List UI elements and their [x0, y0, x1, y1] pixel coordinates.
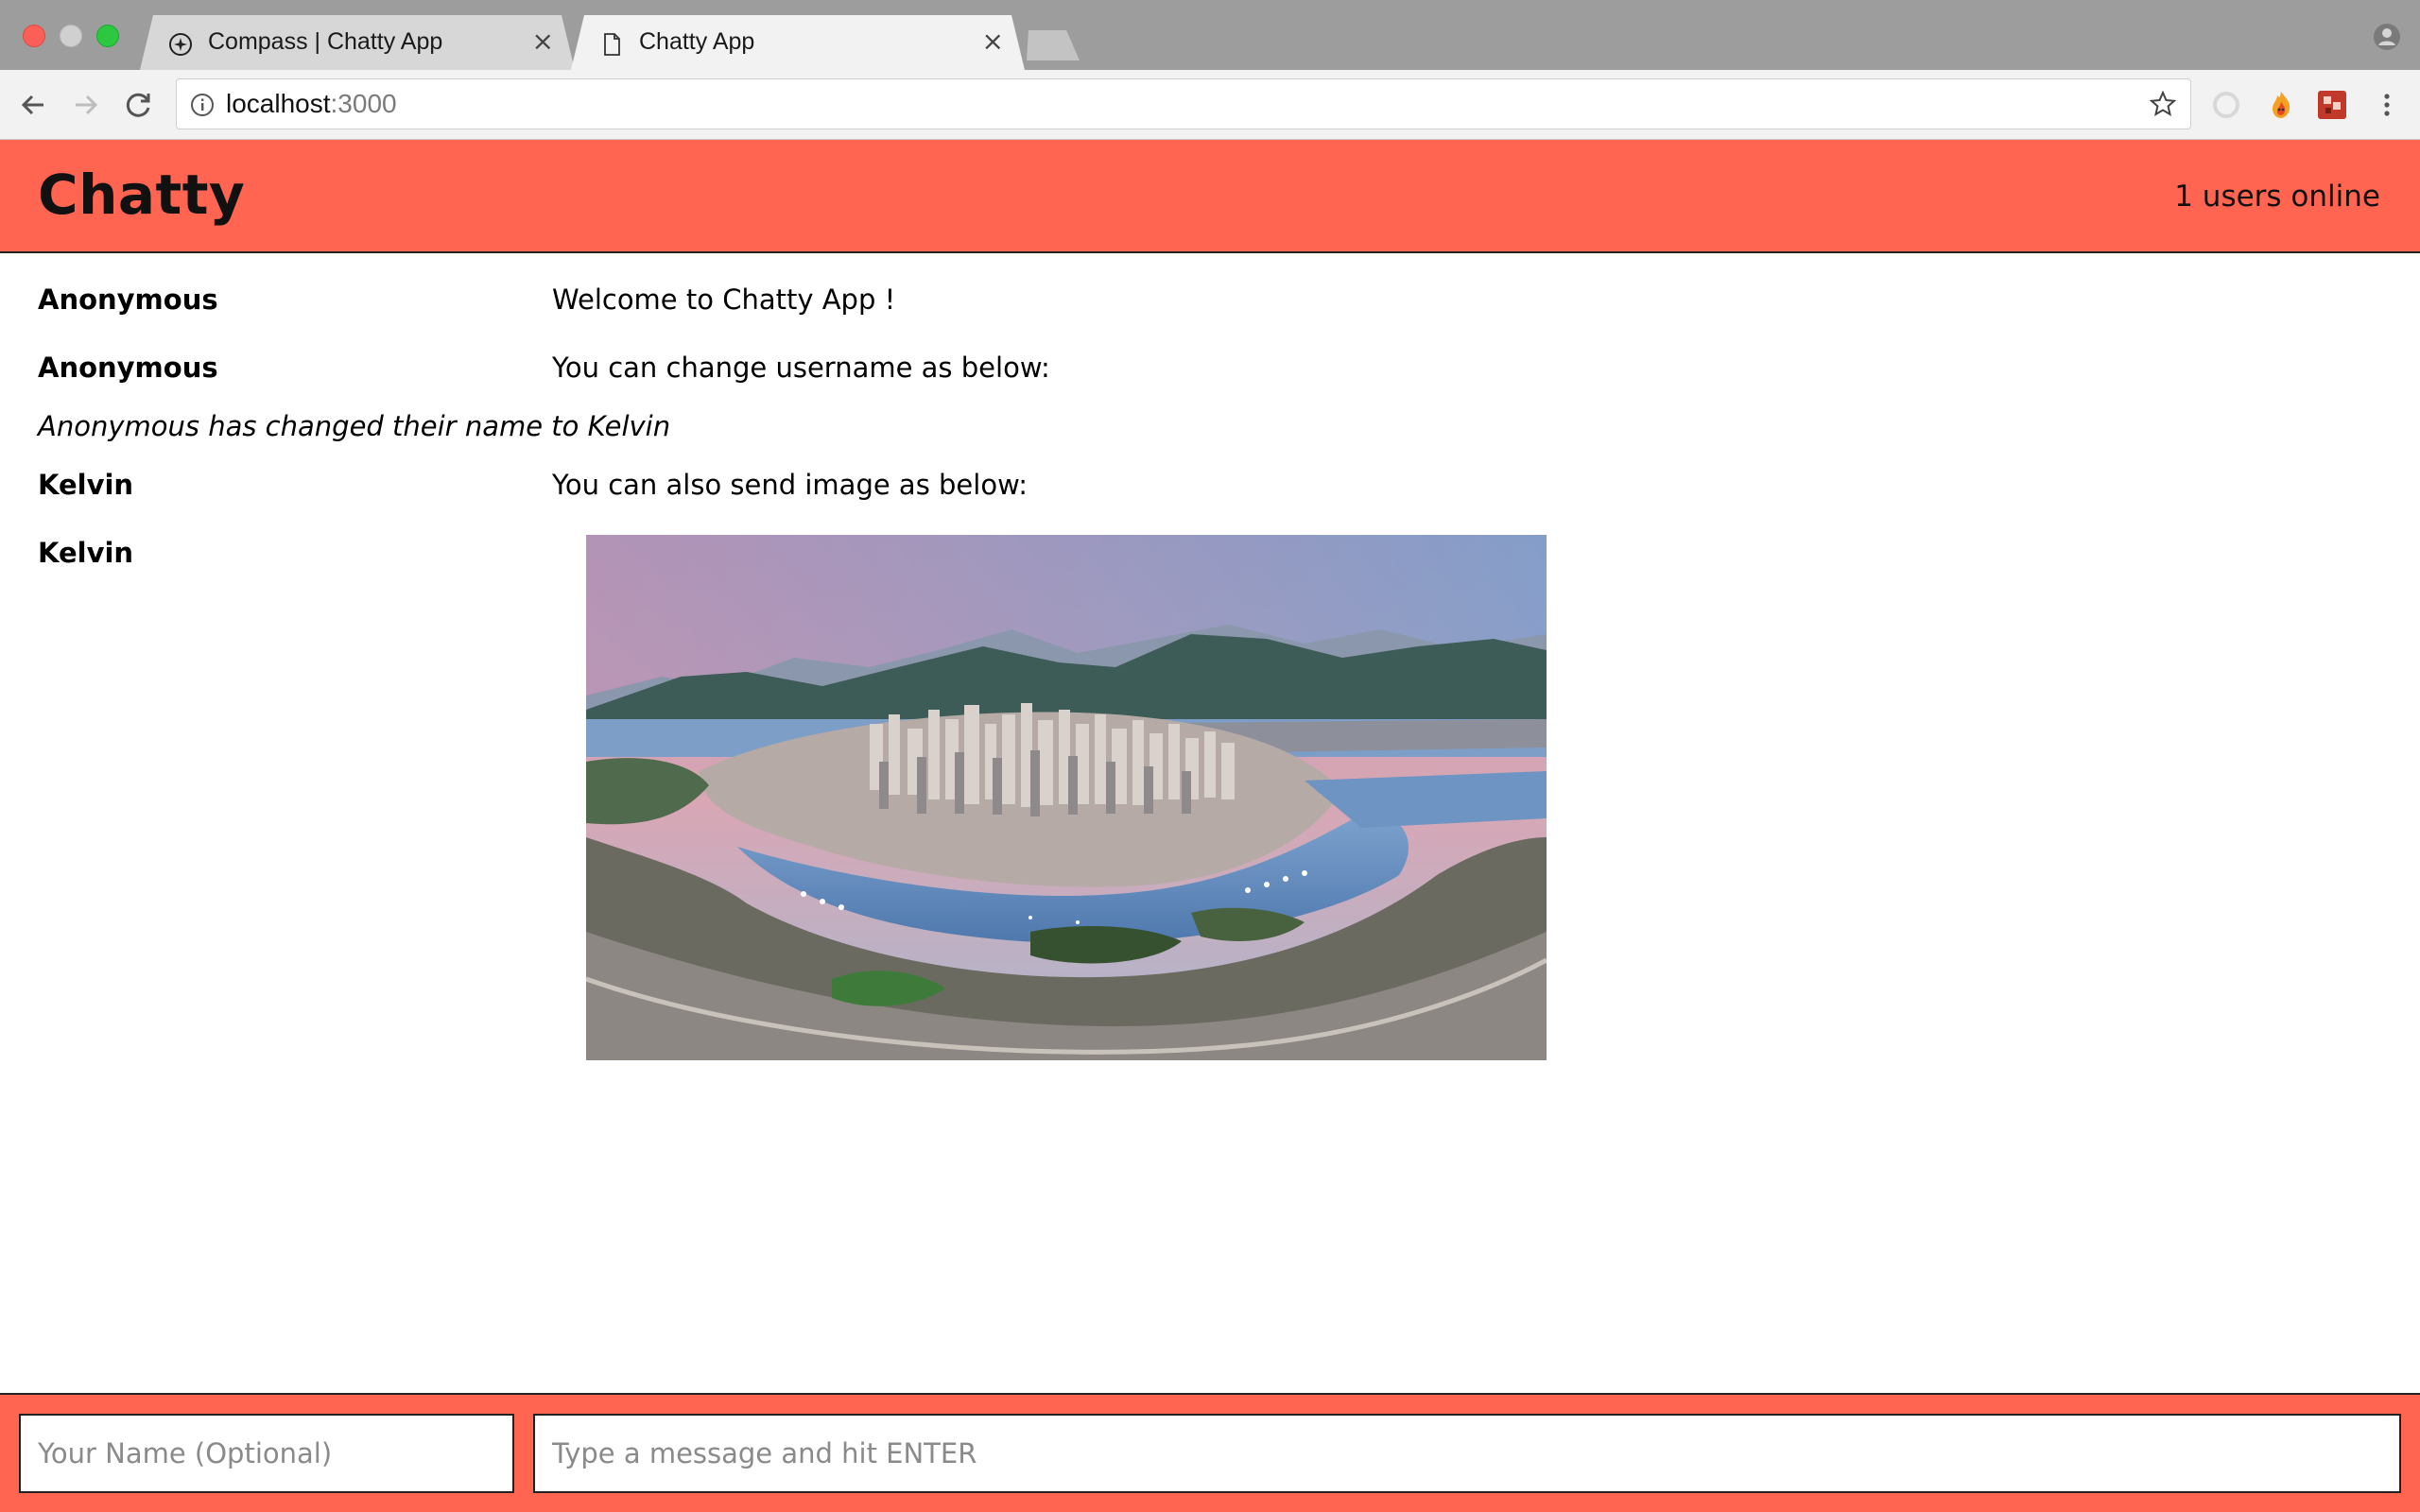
maximize-window-button[interactable]	[96, 25, 119, 47]
url-host: localhost	[226, 89, 331, 118]
new-tab-button[interactable]	[1019, 30, 1080, 60]
url-text: localhost:3000	[226, 89, 397, 119]
extension-swirl-icon[interactable]	[2210, 89, 2242, 121]
system-notification: Anonymous has changed their name to Kelv…	[38, 410, 671, 442]
chat-bar	[0, 1393, 2420, 1512]
tab-compass[interactable]: Compass | Chatty App ×	[140, 15, 575, 70]
close-window-button[interactable]	[23, 25, 45, 47]
page-icon	[604, 33, 620, 56]
message-username: Anonymous	[38, 284, 218, 316]
users-online-counter: 1 users online	[2174, 180, 2380, 214]
browser-toolbar: localhost:3000	[0, 70, 2420, 140]
pixel-extension-icon[interactable]	[2316, 89, 2348, 121]
close-tab-icon[interactable]: ×	[982, 28, 1004, 55]
tab-title: Chatty App	[639, 28, 755, 55]
bookmark-star-icon[interactable]	[2149, 90, 2177, 118]
username-input[interactable]	[19, 1414, 514, 1493]
browser-tabstrip: Compass | Chatty App × Chatty App ×	[0, 0, 2420, 70]
forward-arrow-icon[interactable]	[70, 89, 102, 121]
address-bar[interactable]: localhost:3000	[176, 78, 2191, 129]
app-brand[interactable]: Chatty	[38, 163, 245, 227]
message-content: Welcome to Chatty App !	[552, 284, 896, 316]
app-navbar: Chatty 1 users online	[0, 140, 2420, 253]
minimize-window-button[interactable]	[60, 25, 82, 47]
message-content: You can also send image as below:	[552, 469, 1028, 501]
tab-title: Compass | Chatty App	[208, 28, 443, 55]
info-icon[interactable]	[190, 93, 215, 117]
url-port: :3000	[330, 89, 397, 118]
close-tab-icon[interactable]: ×	[532, 28, 554, 55]
menu-dots-icon[interactable]	[2371, 89, 2403, 121]
message-username: Kelvin	[38, 469, 134, 501]
message-username: Kelvin	[38, 537, 134, 569]
back-arrow-icon[interactable]	[17, 89, 49, 121]
tab-chatty[interactable]: Chatty App ×	[571, 15, 1025, 70]
compass-icon	[169, 33, 192, 56]
city-skyline-photo	[586, 535, 1547, 1060]
profile-icon[interactable]	[2373, 23, 2401, 51]
reload-icon[interactable]	[123, 89, 155, 121]
message-input[interactable]	[533, 1414, 2401, 1493]
message-username: Anonymous	[38, 352, 218, 384]
flame-extension-icon[interactable]	[2265, 89, 2297, 121]
message-content: You can change username as below:	[552, 352, 1050, 384]
